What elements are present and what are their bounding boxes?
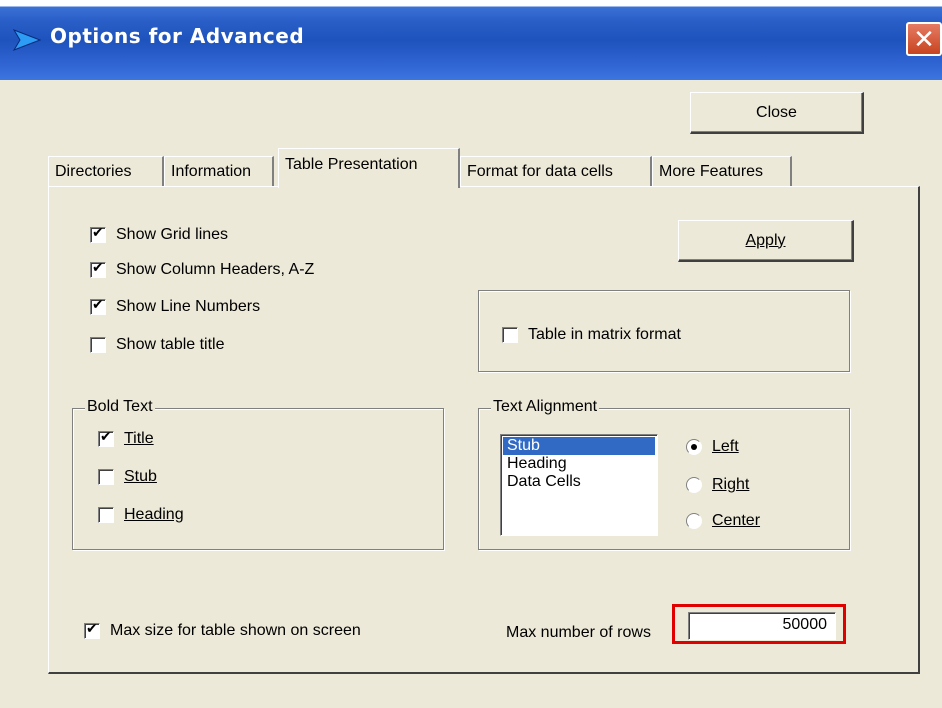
checkbox-checked-icon	[98, 429, 114, 447]
align-left-label: Left	[712, 438, 739, 455]
checkbox-checked-icon	[90, 260, 106, 278]
radio-unselected-icon	[686, 477, 702, 493]
tab-label: Table Presentation	[285, 155, 418, 173]
radio-unselected-icon	[686, 513, 702, 529]
apply-button[interactable]: Apply	[678, 220, 854, 262]
show-grid-lines-label: Show Grid lines	[116, 226, 229, 243]
bold-title-checkbox[interactable]: Title	[98, 429, 154, 448]
table-in-matrix-format-label: Table in matrix format	[528, 326, 681, 343]
tab-label: Directories	[55, 162, 132, 180]
align-center-radio[interactable]: Center	[686, 512, 760, 530]
checkbox-unchecked-icon	[98, 507, 114, 523]
bold-stub-checkbox[interactable]: Stub	[98, 468, 157, 486]
show-line-numbers-label: Show Line Numbers	[116, 298, 261, 315]
close-icon: ✕	[913, 23, 935, 54]
red-highlight-box	[672, 604, 846, 644]
tab-information[interactable]: Information	[164, 156, 274, 186]
app-arrow-icon	[12, 29, 42, 51]
show-grid-lines-checkbox[interactable]: Show Grid lines	[90, 225, 229, 244]
tab-directories[interactable]: Directories	[48, 156, 164, 186]
align-right-label: Right	[712, 476, 750, 493]
tab-more-features[interactable]: More Features	[652, 156, 792, 186]
align-left-radio[interactable]: Left	[686, 438, 739, 456]
title-bar: Options for Advanced ✕	[0, 0, 942, 80]
align-right-radio[interactable]: Right	[686, 476, 749, 494]
bold-heading-label: Heading	[124, 506, 184, 523]
table-in-matrix-format-checkbox[interactable]: Table in matrix format	[502, 326, 681, 344]
bold-heading-checkbox[interactable]: Heading	[98, 506, 184, 524]
window-title: Options for Advanced	[50, 24, 305, 48]
bold-text-group-title: Bold Text	[85, 398, 155, 416]
checkbox-unchecked-icon	[90, 337, 106, 353]
tab-format-for-data-cells[interactable]: Format for data cells	[460, 156, 652, 186]
bold-stub-label: Stub	[124, 468, 157, 485]
align-center-label: Center	[712, 512, 761, 529]
list-item-data-cells[interactable]: Data Cells	[503, 473, 655, 491]
tab-label: Information	[171, 162, 252, 180]
checkbox-checked-icon	[84, 621, 100, 639]
window-close-button[interactable]: ✕	[906, 22, 942, 56]
max-rows-label: Max number of rows	[506, 624, 651, 641]
max-size-checkbox[interactable]: Max size for table shown on screen	[84, 621, 361, 640]
text-alignment-group-title: Text Alignment	[491, 398, 600, 416]
checkbox-checked-icon	[90, 225, 106, 243]
show-table-title-checkbox[interactable]: Show table title	[90, 336, 225, 354]
close-button[interactable]: Close	[690, 92, 864, 134]
show-line-numbers-checkbox[interactable]: Show Line Numbers	[90, 297, 261, 316]
max-size-label: Max size for table shown on screen	[110, 622, 361, 639]
bold-title-label: Title	[124, 430, 154, 447]
alignment-target-listbox[interactable]: Stub Heading Data Cells	[500, 434, 658, 536]
tab-label: More Features	[659, 162, 764, 180]
tab-table-presentation[interactable]: Table Presentation	[278, 148, 460, 188]
list-item-stub[interactable]: Stub	[503, 437, 655, 455]
list-item-heading[interactable]: Heading	[503, 455, 655, 473]
tab-label: Format for data cells	[467, 162, 613, 180]
checkbox-unchecked-icon	[98, 469, 114, 485]
show-column-headers-checkbox[interactable]: Show Column Headers, A-Z	[90, 260, 315, 279]
checkbox-checked-icon	[90, 297, 106, 315]
show-column-headers-label: Show Column Headers, A-Z	[116, 261, 315, 278]
show-table-title-label: Show table title	[116, 336, 225, 353]
close-button-label: Close	[756, 103, 797, 121]
checkbox-unchecked-icon	[502, 327, 518, 343]
radio-selected-icon	[686, 439, 702, 455]
apply-button-label: Apply	[745, 231, 786, 249]
